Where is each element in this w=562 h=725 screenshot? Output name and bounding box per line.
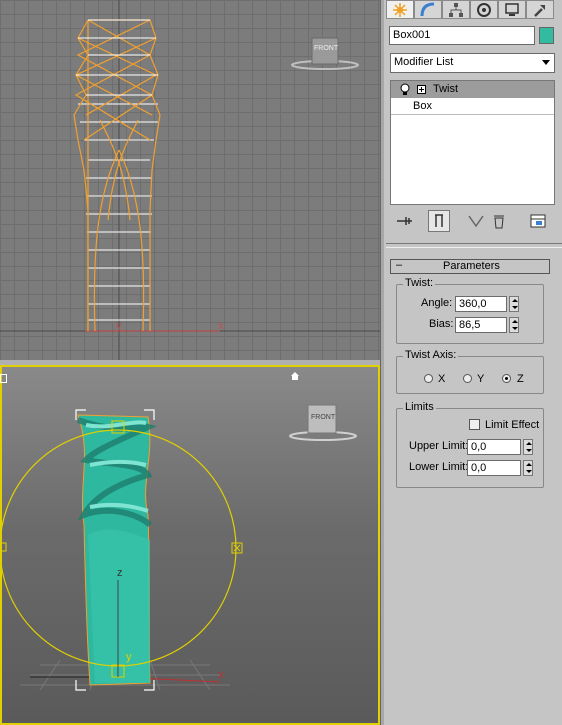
display-tab[interactable] — [498, 0, 526, 19]
stack-item-label: Box — [413, 100, 432, 112]
modifier-list-label: Modifier List — [394, 56, 454, 68]
display-icon — [505, 2, 519, 16]
motion-tab[interactable] — [470, 0, 498, 19]
chevron-down-icon — [542, 60, 550, 65]
limit-effect-checkbox[interactable] — [469, 419, 480, 430]
axis-y-label-persp: y — [126, 651, 132, 663]
axis-z-option-label: Z — [517, 373, 524, 385]
axis-y-option-label: Y — [477, 373, 485, 385]
hierarchy-tab[interactable] — [442, 0, 470, 19]
viewcube-front-label-persp: FRONT — [311, 414, 336, 421]
axis-z-label: z — [117, 567, 123, 579]
viewcube[interactable]: FRONT — [290, 34, 360, 74]
utilities-tab[interactable] — [526, 0, 554, 19]
panel-separator — [386, 243, 562, 248]
twist-axis-group-label: Twist Axis: — [403, 349, 459, 361]
object-color-swatch[interactable] — [539, 27, 554, 44]
modifier-list-dropdown[interactable]: Modifier List — [390, 53, 555, 73]
axis-z-radio[interactable] — [502, 374, 511, 383]
twist-group-label: Twist: — [403, 277, 436, 289]
axis-x-radio[interactable] — [424, 374, 433, 383]
viewcube-perspective[interactable]: FRONT — [288, 403, 358, 443]
viewport-menu-icon[interactable] — [0, 374, 7, 383]
motion-icon — [477, 2, 491, 17]
create-icon — [393, 2, 407, 17]
create-tab[interactable] — [386, 0, 414, 19]
collapse-minus-icon: – — [396, 259, 403, 271]
lower-limit-input[interactable]: 0,0 — [467, 460, 521, 476]
bias-input[interactable]: 86,5 — [455, 317, 507, 333]
limits-group-label: Limits — [403, 401, 436, 413]
upper-limit-input[interactable]: 0,0 — [467, 439, 521, 455]
hierarchy-icon — [449, 2, 463, 17]
axis-x-label-persp: x — [218, 669, 224, 681]
bias-label: Bias: — [429, 318, 454, 330]
lightbulb-icon — [400, 83, 410, 95]
bias-spinner[interactable] — [509, 317, 519, 333]
stack-item-box[interactable]: Box — [391, 98, 554, 115]
make-unique-icon[interactable] — [466, 212, 486, 230]
front-viewport[interactable]: y x FRONT — [0, 0, 380, 360]
stack-item-label: Twist — [433, 83, 459, 95]
perspective-viewport[interactable]: z y x FRONT — [0, 365, 380, 725]
twist-group: Twist: — [396, 277, 544, 344]
axis-y-radio[interactable] — [463, 374, 472, 383]
modify-icon — [420, 2, 435, 16]
rollout-title: Parameters — [443, 260, 500, 272]
lower-limit-label: Lower Limit: — [409, 461, 469, 473]
axis-y-label: y — [116, 320, 122, 332]
axis-x-label: x — [218, 320, 224, 332]
modifier-stack[interactable]: Twist Box — [390, 80, 555, 205]
viewcube-front-label: FRONT — [314, 45, 339, 52]
pin-stack-icon[interactable] — [394, 212, 416, 230]
remove-modifier-icon[interactable] — [490, 212, 508, 230]
limit-effect-label: Limit Effect — [485, 419, 540, 431]
expand-plus-icon — [417, 85, 426, 94]
object-name-field[interactable]: Box001 — [389, 26, 535, 45]
home-icon[interactable] — [290, 371, 300, 381]
lower-limit-spinner[interactable] — [523, 460, 533, 476]
axis-x-option-label: X — [438, 373, 446, 385]
command-panel: Box001 Modifier List Twist Box – Paramet… — [384, 0, 562, 725]
end-result-icon — [435, 214, 443, 227]
angle-label: Angle: — [421, 297, 453, 309]
show-end-result-button[interactable] — [428, 210, 450, 232]
utilities-icon — [534, 4, 545, 17]
angle-input[interactable]: 360,0 — [455, 296, 507, 312]
parameters-rollout-header[interactable]: – Parameters — [390, 259, 550, 274]
stack-item-twist[interactable]: Twist — [391, 81, 554, 98]
modify-tab[interactable] — [414, 0, 442, 19]
upper-limit-spinner[interactable] — [523, 439, 533, 455]
configure-sets-icon[interactable] — [528, 212, 548, 230]
angle-spinner[interactable] — [509, 296, 519, 312]
upper-limit-label: Upper Limit: — [409, 440, 469, 452]
